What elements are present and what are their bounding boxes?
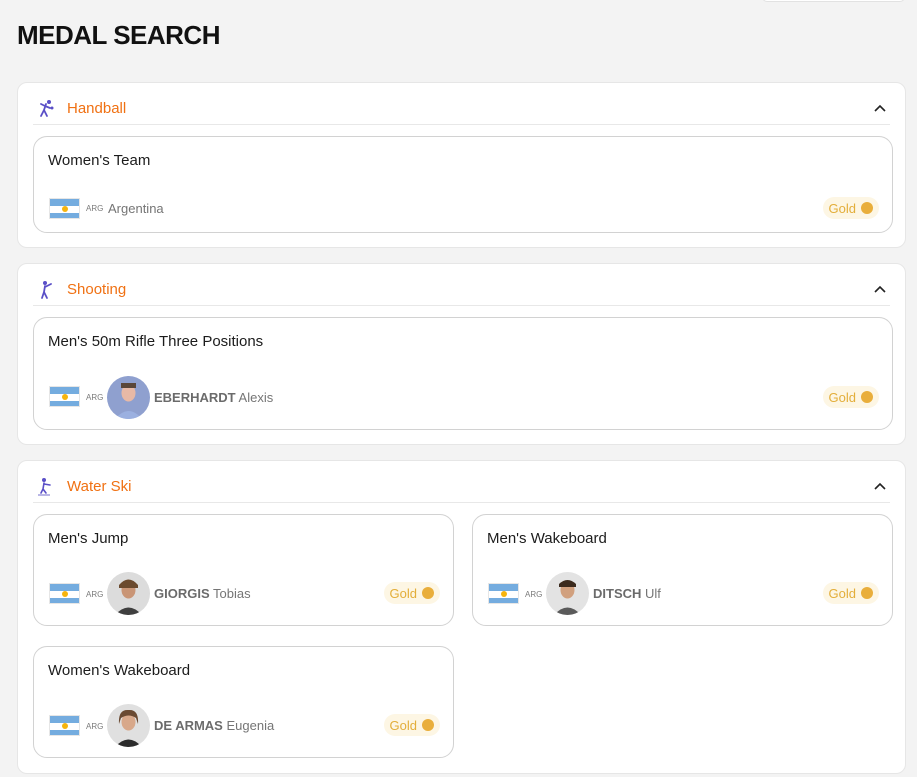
athlete-avatar (107, 704, 150, 747)
argentina-flag-icon (49, 715, 80, 736)
athlete-name: EBERHARDT Alexis (154, 390, 274, 405)
event-card-womens-team[interactable]: Women's Team ARG Argentina Gold (33, 136, 893, 233)
sport-section-shooting: Shooting Men's 50m Rifle Three Positions… (17, 263, 906, 445)
athlete-name: DE ARMAS Eugenia (154, 718, 275, 733)
medal-badge: Gold (822, 582, 879, 604)
noc-code: ARG (525, 590, 543, 599)
sport-name: Water Ski (67, 478, 132, 495)
event-card-mens-wakeboard[interactable]: Men's Wakeboard ARG DITSCH Ulf Gold (472, 514, 893, 626)
medal-badge: Gold (383, 582, 440, 604)
country-name: Argentina (108, 201, 164, 216)
event-card-mens-50m-rifle[interactable]: Men's 50m Rifle Three Positions ARG EBER… (33, 317, 893, 430)
sport-name: Handball (67, 100, 127, 117)
chevron-up-icon[interactable] (873, 480, 887, 494)
argentina-flag-icon (49, 198, 80, 219)
event-name: Women's Wakeboard (48, 662, 191, 679)
athlete-name: GIORGIS Tobias (154, 586, 251, 601)
medal-badge: Gold (822, 386, 879, 408)
page-title: MEDAL SEARCH (17, 20, 220, 50)
argentina-flag-icon (49, 583, 80, 604)
argentina-flag-icon (49, 386, 80, 407)
athlete-name: DITSCH Ulf (593, 586, 661, 601)
noc-code: ARG (86, 590, 104, 599)
noc-code: ARG (86, 204, 104, 213)
sport-header-shooting[interactable]: Shooting (33, 276, 890, 306)
event-name: Men's Wakeboard (487, 530, 607, 547)
event-card-womens-wakeboard[interactable]: Women's Wakeboard ARG DE ARMAS Eugenia G… (33, 646, 454, 758)
shooting-icon (41, 281, 52, 299)
event-name: Women's Team (48, 152, 151, 169)
event-name: Men's 50m Rifle Three Positions (48, 333, 264, 350)
gold-medal-icon (422, 587, 434, 599)
handball-icon (40, 100, 54, 117)
event-card-mens-jump[interactable]: Men's Jump ARG GIORGIS Tobias Gold (33, 514, 454, 626)
athlete-avatar (107, 572, 150, 615)
medal-label: Gold (828, 585, 856, 601)
sport-header-handball[interactable]: Handball (33, 95, 890, 125)
noc-code: ARG (86, 393, 104, 402)
top-dropdown[interactable] (762, 0, 905, 2)
gold-medal-icon (422, 719, 434, 731)
medal-badge: Gold (383, 714, 440, 736)
medal-badge: Gold (822, 197, 879, 219)
sport-name: Shooting (67, 281, 127, 298)
medal-label: Gold (828, 389, 856, 405)
argentina-flag-icon (488, 583, 519, 604)
water-ski-icon (38, 478, 51, 496)
medal-label: Gold (389, 585, 417, 601)
gold-medal-icon (861, 587, 873, 599)
sport-section-water-ski: Water Ski Men's Jump ARG GIORGIS Tobias … (17, 460, 906, 774)
gold-medal-icon (861, 391, 873, 403)
medal-label: Gold (828, 200, 856, 216)
gold-medal-icon (861, 202, 873, 214)
athlete-avatar (107, 376, 150, 419)
sport-header-water-ski[interactable]: Water Ski (33, 473, 890, 503)
chevron-up-icon[interactable] (873, 102, 887, 116)
event-name: Men's Jump (48, 530, 129, 547)
athlete-avatar (546, 572, 589, 615)
chevron-up-icon[interactable] (873, 283, 887, 297)
sport-section-handball: Handball Women's Team ARG Argentina Gold (17, 82, 906, 248)
medal-label: Gold (389, 717, 417, 733)
noc-code: ARG (86, 722, 104, 731)
